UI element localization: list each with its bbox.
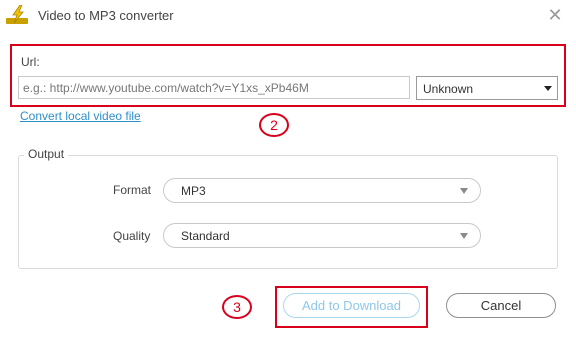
quality-value: Standard <box>181 229 230 243</box>
convert-local-video-link[interactable]: Convert local video file <box>20 109 141 123</box>
url-label: Url: <box>21 55 40 69</box>
dropdown-arrow-icon <box>460 233 468 239</box>
close-icon[interactable]: ✕ <box>546 6 564 24</box>
dropdown-arrow-icon <box>544 86 552 91</box>
format-value: MP3 <box>181 184 206 198</box>
output-group <box>18 155 558 269</box>
quality-select[interactable]: Standard <box>163 223 481 248</box>
source-type-select[interactable]: Unknown <box>416 76 558 100</box>
window-title: Video to MP3 converter <box>38 8 174 23</box>
format-label: Format <box>113 183 152 197</box>
dropdown-arrow-icon <box>460 188 468 194</box>
cancel-button[interactable]: Cancel <box>446 293 556 318</box>
output-legend: Output <box>24 147 69 161</box>
url-input[interactable] <box>18 76 410 99</box>
format-select[interactable]: MP3 <box>163 178 481 203</box>
lightning-app-icon <box>6 5 28 24</box>
quality-label: Quality <box>113 229 151 243</box>
step-3-annotation: 3 <box>222 295 252 319</box>
add-to-download-button[interactable]: Add to Download <box>283 293 420 318</box>
step-2-annotation: 2 <box>259 113 289 137</box>
source-type-value: Unknown <box>423 82 474 96</box>
title-bar: Video to MP3 converter ✕ <box>0 0 576 32</box>
